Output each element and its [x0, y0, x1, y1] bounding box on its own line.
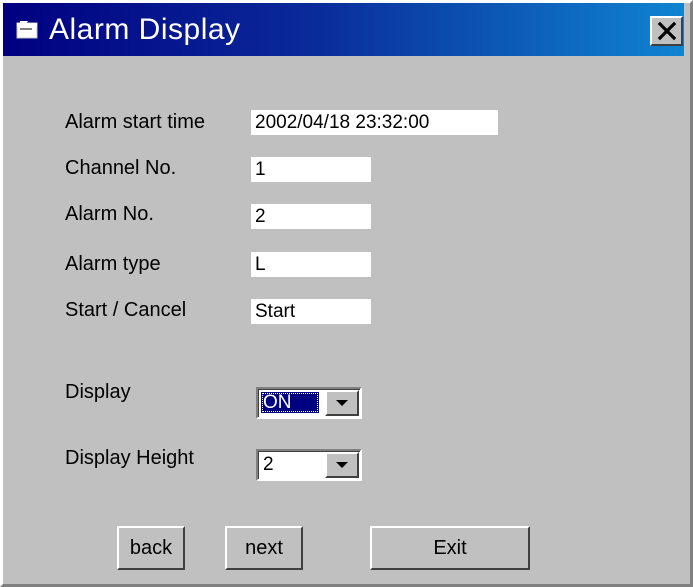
title-bar[interactable]: Alarm Display	[3, 3, 684, 56]
display-label: Display	[65, 381, 131, 403]
close-button[interactable]	[650, 16, 683, 46]
display-height-dropdown-button[interactable]	[325, 452, 359, 478]
window-title: Alarm Display	[49, 13, 241, 46]
alarm-display-window	[0, 0, 693, 587]
chevron-down-icon	[336, 400, 348, 406]
start-cancel-field: Start	[251, 299, 371, 324]
chevron-down-icon	[336, 462, 348, 468]
next-button[interactable]: next	[225, 526, 303, 570]
display-dropdown-button[interactable]	[325, 390, 359, 416]
close-icon	[657, 21, 676, 41]
channel-no-label: Channel No.	[65, 157, 177, 179]
display-select[interactable]: ON	[256, 387, 362, 419]
alarm-type-field: L	[251, 252, 371, 277]
alarm-no-field: 2	[251, 204, 371, 229]
alarm-type-label: Alarm type	[65, 253, 161, 275]
window-app-icon	[16, 21, 38, 39]
alarm-start-time-label: Alarm start time	[65, 111, 206, 133]
display-height-selected-value: 2	[263, 454, 274, 475]
display-selected-value: ON	[261, 392, 319, 413]
alarm-no-label: Alarm No.	[65, 203, 154, 225]
alarm-start-time-field: 2002/04/18 23:32:00	[251, 110, 498, 135]
start-cancel-label: Start / Cancel	[65, 299, 187, 321]
channel-no-field: 1	[251, 157, 371, 182]
display-height-select[interactable]: 2	[256, 449, 362, 481]
back-button[interactable]: back	[117, 526, 185, 570]
display-height-label: Display Height	[65, 447, 194, 469]
exit-button[interactable]: Exit	[370, 526, 530, 570]
